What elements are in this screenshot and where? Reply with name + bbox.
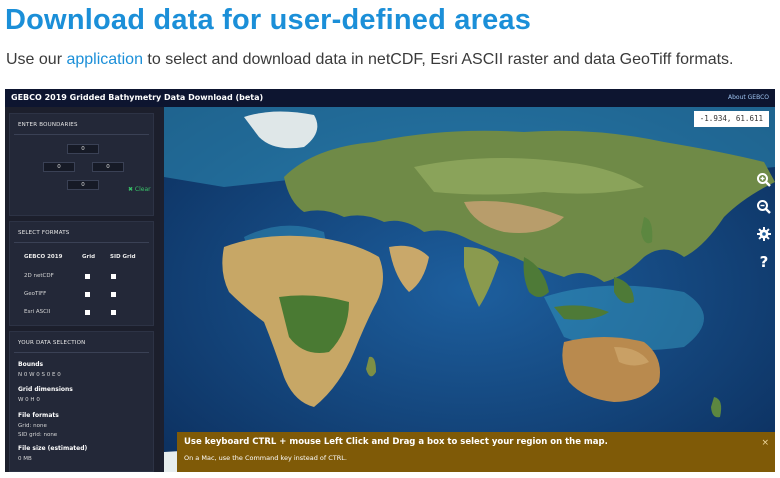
gebco-app-window: GEBCO 2019 Gridded Bathymetry Data Downl… (5, 89, 775, 472)
geotiff-grid-checkbox[interactable] (85, 292, 90, 297)
esri-sid-checkbox[interactable] (111, 310, 116, 315)
file-size-value: 0 MB (18, 456, 32, 462)
boundaries-panel: ENTER BOUNDARIES 0 0 0 0 ✖ Clear (9, 113, 154, 216)
close-banner-button[interactable]: × (761, 438, 769, 448)
page-title: Download data for user-defined areas (5, 4, 532, 36)
settings-button[interactable] (753, 223, 775, 245)
geotiff-sid-checkbox[interactable] (111, 292, 116, 297)
coordinate-readout: -1.934, 61.611 (693, 111, 769, 127)
gear-icon (757, 227, 771, 241)
selection-panel: YOUR DATA SELECTION Bounds N 0 W 0 S 0 E… (9, 331, 154, 472)
zoom-out-icon (757, 200, 771, 214)
formats-header-name: GEBCO 2019 (24, 254, 63, 260)
formats-header-sid: SID Grid (110, 254, 136, 260)
north-input[interactable]: 0 (67, 144, 99, 154)
app-header: GEBCO 2019 Gridded Bathymetry Data Downl… (5, 89, 775, 107)
bounds-label: Bounds (18, 361, 44, 368)
sidebar: ENTER BOUNDARIES 0 0 0 0 ✖ Clear SELECT … (5, 107, 160, 472)
esri-grid-checkbox[interactable] (85, 310, 90, 315)
formats-panel: SELECT FORMATS GEBCO 2019 Grid SID Grid … (9, 221, 154, 326)
west-input[interactable]: 0 (43, 162, 75, 172)
intro-text: Use our application to select and downlo… (6, 51, 734, 69)
panel-divider (14, 352, 149, 353)
zoom-in-icon (757, 173, 771, 187)
boundaries-title: ENTER BOUNDARIES (18, 122, 78, 128)
instruction-main: Use keyboard CTRL + mouse Left Click and… (184, 437, 608, 447)
world-map[interactable]: -1.934, 61.611 ? Use keyboard CTRL + mou… (164, 107, 775, 472)
app-title: GEBCO 2019 Gridded Bathymetry Data Downl… (11, 93, 264, 102)
file-formats-label: File formats (18, 412, 59, 419)
netcdf-sid-checkbox[interactable] (111, 274, 116, 279)
format-label-esri: Esri ASCII (24, 309, 51, 315)
grid-format-value: Grid: none (18, 423, 47, 429)
grid-dimensions-label: Grid dimensions (18, 386, 73, 393)
panel-divider (14, 134, 149, 135)
format-label-netcdf: 2D netCDF (24, 273, 54, 279)
formats-title: SELECT FORMATS (18, 230, 70, 236)
format-label-geotiff: GeoTIFF (24, 291, 47, 297)
bounds-value: N 0 W 0 S 0 E 0 (18, 372, 61, 378)
clear-button[interactable]: ✖ Clear (128, 186, 151, 193)
south-input[interactable]: 0 (67, 180, 99, 190)
zoom-in-button[interactable] (753, 169, 775, 191)
svg-text:?: ? (760, 253, 769, 269)
instruction-sub: On a Mac, use the Command key instead of… (184, 454, 347, 462)
intro-before: Use our (6, 51, 67, 68)
instruction-banner: Use keyboard CTRL + mouse Left Click and… (177, 432, 775, 472)
netcdf-grid-checkbox[interactable] (85, 274, 90, 279)
about-gebco-link[interactable]: About GEBCO (728, 94, 769, 101)
application-link[interactable]: application (66, 51, 143, 68)
sid-format-value: SID grid: none (18, 432, 58, 438)
intro-after: to select and download data in netCDF, E… (142, 51, 734, 68)
panel-divider (14, 242, 149, 243)
help-icon: ? (760, 253, 769, 269)
bathymetry-map-image (164, 107, 775, 472)
formats-header-grid: Grid (82, 254, 96, 260)
selection-title: YOUR DATA SELECTION (18, 340, 86, 346)
zoom-out-button[interactable] (753, 196, 775, 218)
help-button[interactable]: ? (753, 250, 775, 272)
grid-dimensions-value: W 0 H 0 (18, 397, 40, 403)
east-input[interactable]: 0 (92, 162, 124, 172)
file-size-label: File size (estimated) (18, 445, 88, 452)
